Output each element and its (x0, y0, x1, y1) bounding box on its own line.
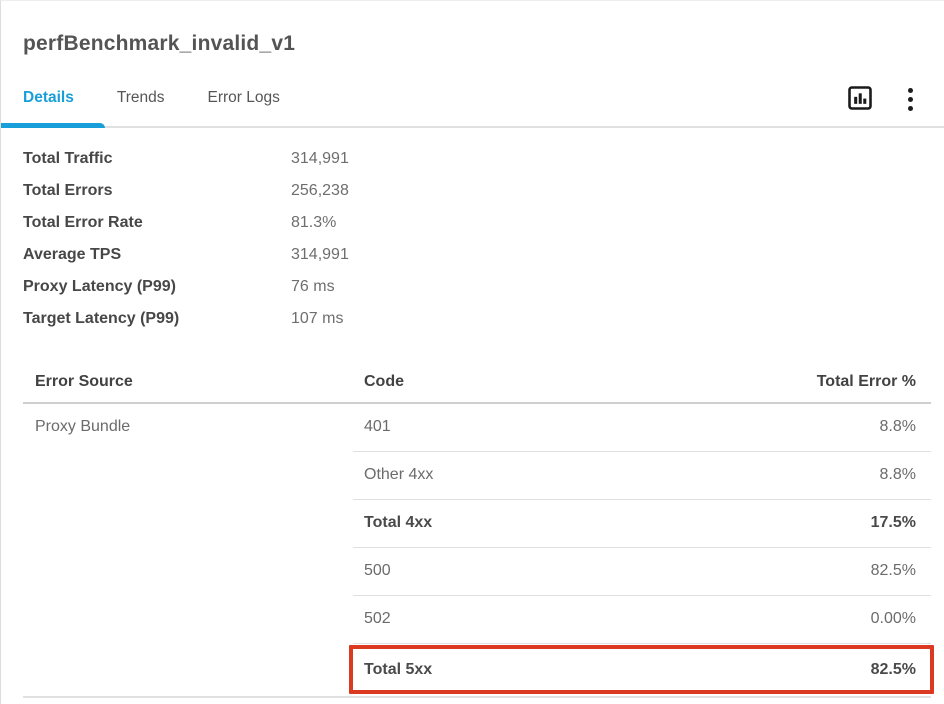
stat-value: 314,991 (291, 150, 349, 168)
report-panel: perfBenchmark_invalid_v1 Details Trends … (0, 0, 944, 704)
stat-value: 76 ms (291, 278, 335, 296)
stat-label: Total Errors (23, 182, 291, 200)
code-cell: Total 5xx (364, 661, 432, 679)
tab-error-logs[interactable]: Error Logs (208, 89, 280, 107)
tab-bar: Details Trends Error Logs (23, 89, 280, 107)
summary-row: Target Latency (P99) 107 ms (23, 303, 349, 335)
summary-stats: Total Traffic 314,991 Total Errors 256,2… (23, 143, 349, 335)
percent-cell: 17.5% (871, 514, 916, 532)
percent-cell: 0.00% (871, 610, 916, 628)
table-row: 500 82.5% (23, 548, 931, 596)
summary-row: Total Traffic 314,991 (23, 143, 349, 175)
toolbar (844, 84, 926, 114)
percent-cell: 82.5% (871, 661, 916, 679)
stat-label: Total Error Rate (23, 214, 291, 232)
table-row-total-4xx: Total 4xx 17.5% (23, 500, 931, 548)
stat-value: 314,991 (291, 246, 349, 264)
stat-label: Average TPS (23, 246, 291, 264)
stat-label: Target Latency (P99) (23, 310, 291, 328)
percent-cell: 82.5% (871, 562, 916, 580)
code-cell: 502 (364, 610, 391, 628)
bar-chart-icon (846, 84, 874, 115)
table-row: Other 4xx 8.8% (23, 452, 931, 500)
error-breakdown-table: Error Source Code Total Error % Proxy Bu… (23, 363, 931, 698)
code-cell: 401 (364, 418, 391, 436)
more-options-button[interactable] (894, 83, 926, 115)
code-cell: Other 4xx (364, 466, 433, 484)
column-header-total-error-pct: Total Error % (817, 373, 916, 391)
summary-row: Proxy Latency (P99) 76 ms (23, 271, 349, 303)
stat-label: Proxy Latency (P99) (23, 278, 291, 296)
code-cell: Total 4xx (364, 514, 432, 532)
active-tab-indicator (1, 123, 105, 128)
stat-value: 81.3% (291, 214, 336, 232)
stat-label: Total Traffic (23, 150, 291, 168)
percent-cell: 8.8% (880, 418, 916, 436)
error-source-cell: Proxy Bundle (35, 418, 130, 436)
highlight-box (349, 645, 934, 694)
stat-value: 107 ms (291, 310, 343, 328)
table-row: Proxy Bundle 401 8.8% (23, 404, 931, 452)
summary-row: Total Error Rate 81.3% (23, 207, 349, 239)
chart-view-button[interactable] (844, 83, 876, 115)
table-row-total-5xx: Total 5xx 82.5% (23, 644, 931, 698)
stat-value: 256,238 (291, 182, 349, 200)
table-row: 502 0.00% (23, 596, 931, 644)
page-title: perfBenchmark_invalid_v1 (23, 32, 295, 56)
column-header-error-source: Error Source (35, 373, 133, 391)
code-cell: 500 (364, 562, 391, 580)
kebab-menu-icon (908, 88, 913, 111)
percent-cell: 8.8% (880, 466, 916, 484)
summary-row: Average TPS 314,991 (23, 239, 349, 271)
column-header-code: Code (364, 373, 404, 391)
summary-row: Total Errors 256,238 (23, 175, 349, 207)
tab-trends[interactable]: Trends (117, 89, 165, 107)
tab-details[interactable]: Details (23, 89, 74, 107)
tab-bar-divider (1, 126, 944, 128)
table-header-row: Error Source Code Total Error % (23, 363, 931, 404)
